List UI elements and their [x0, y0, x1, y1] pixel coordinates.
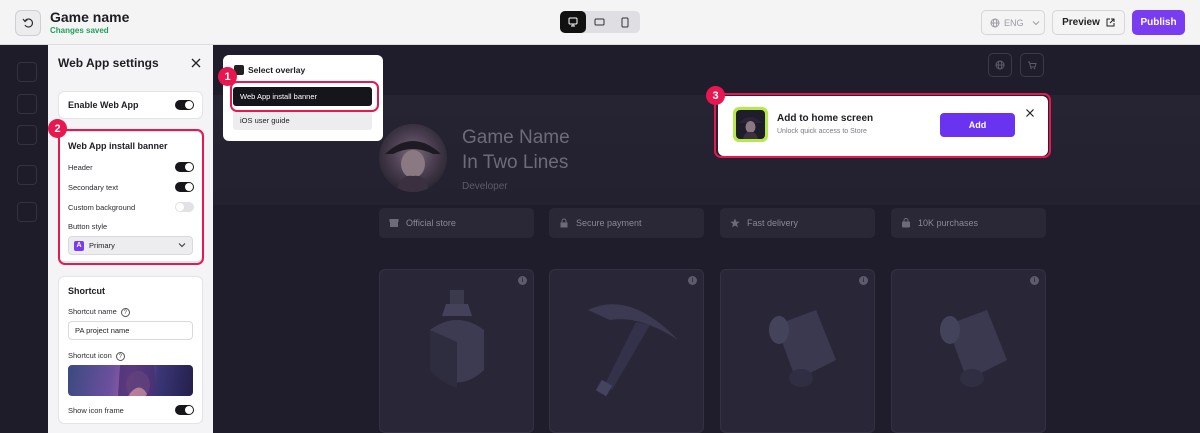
lock-icon [560, 218, 568, 228]
bag-icon [902, 218, 910, 228]
language-select[interactable]: ENG [981, 10, 1045, 35]
help-icon[interactable]: ? [115, 351, 125, 361]
info-icon[interactable]: i [518, 276, 527, 285]
feature-secure-payment: Secure payment [549, 208, 704, 238]
save-status: Changes saved [50, 26, 109, 35]
close-icon[interactable] [190, 57, 202, 69]
highlight-add-to-home-banner [714, 93, 1051, 158]
highlight-install-banner-settings [58, 129, 204, 265]
top-bar: Game name Changes saved ENG Preview Publ… [0, 0, 1200, 45]
feature-label: 10K purchases [918, 218, 979, 228]
store-game-name: Game Name In Two Lines [462, 125, 662, 175]
game-name-line-2: In Two Lines [462, 152, 569, 173]
scroll-image [940, 310, 1007, 387]
undo-button[interactable] [15, 10, 41, 36]
character-portrait-image [118, 365, 156, 396]
info-icon[interactable]: i [859, 276, 868, 285]
store-cart-button[interactable] [1020, 53, 1044, 77]
product-card[interactable]: i [891, 269, 1046, 433]
nav-square[interactable] [17, 165, 37, 185]
feature-official-store: Official store [379, 208, 534, 238]
mobile-view-button[interactable] [612, 11, 638, 33]
tablet-view-button[interactable] [586, 11, 612, 33]
desktop-icon [568, 17, 578, 27]
help-icon[interactable]: ? [120, 307, 130, 317]
shortcut-icon-image[interactable] [68, 365, 193, 396]
overlay-title: Select overlay [248, 65, 306, 75]
shortcut-icon-label: Shortcut icon [68, 351, 112, 360]
step-marker-2: 2 [48, 119, 67, 138]
game-avatar [379, 124, 447, 192]
step-marker-3: 3 [706, 86, 725, 105]
nav-square[interactable] [17, 62, 37, 82]
external-link-icon [1106, 18, 1115, 27]
chevron-down-icon [1032, 20, 1039, 25]
enable-web-app-card: Enable Web App [58, 91, 203, 119]
mobile-icon [621, 17, 629, 27]
shortcut-name-input[interactable]: PA project name [68, 321, 193, 340]
preview-label: Preview [1062, 17, 1100, 28]
store-icon [389, 219, 399, 227]
feature-fast-delivery: Fast delivery [720, 208, 875, 238]
tablet-icon [594, 18, 604, 26]
game-title[interactable]: Game name [50, 9, 129, 25]
nav-square[interactable] [17, 94, 37, 114]
show-icon-frame-toggle[interactable] [175, 405, 194, 415]
enable-web-app-label: Enable Web App [68, 100, 139, 110]
scroll-image [769, 310, 836, 387]
publish-button[interactable]: Publish [1132, 10, 1185, 35]
feature-label: Fast delivery [747, 218, 799, 228]
undo-icon [22, 18, 33, 28]
globe-icon [995, 60, 1005, 70]
info-icon[interactable]: i [688, 276, 697, 285]
highlight-install-banner-option [230, 81, 379, 112]
product-card[interactable]: i [720, 269, 875, 433]
desktop-view-button[interactable] [560, 11, 586, 33]
info-icon[interactable]: i [1030, 276, 1039, 285]
preview-button[interactable]: Preview [1052, 10, 1125, 35]
star-icon [730, 218, 740, 228]
step-marker-1: 1 [218, 67, 237, 86]
shortcut-icon-row: Shortcut icon? [68, 351, 125, 361]
product-card[interactable]: i [549, 269, 704, 433]
left-nav-strip [0, 45, 48, 433]
language-label: ENG [1004, 17, 1024, 28]
device-switcher [560, 11, 640, 33]
product-card[interactable]: i [379, 269, 534, 433]
game-name-line-1: Game Name [462, 127, 570, 148]
shortcut-title: Shortcut [68, 286, 105, 296]
shortcut-name-row: Shortcut name? [68, 307, 130, 317]
store-language-button[interactable] [988, 53, 1012, 77]
pickaxe-image [588, 304, 678, 397]
shortcut-name-label: Shortcut name [68, 307, 117, 316]
overlay-option-ios-guide[interactable]: iOS user guide [233, 111, 372, 130]
nav-square[interactable] [17, 125, 37, 145]
nav-square[interactable] [17, 202, 37, 222]
potion-bottle-image [430, 290, 484, 388]
globe-icon [990, 18, 1000, 27]
feature-purchases: 10K purchases [891, 208, 1046, 238]
developer-name: Developer [462, 181, 508, 192]
enable-web-app-toggle[interactable] [175, 100, 194, 110]
feature-label: Secure payment [576, 218, 642, 228]
shortcut-card: Shortcut Shortcut name? PA project name … [58, 276, 203, 424]
panel-title: Web App settings [58, 56, 159, 70]
show-icon-frame-label: Show icon frame [68, 406, 124, 415]
witch-portrait-image [385, 141, 441, 192]
cart-icon [1028, 61, 1037, 70]
feature-label: Official store [406, 218, 456, 228]
